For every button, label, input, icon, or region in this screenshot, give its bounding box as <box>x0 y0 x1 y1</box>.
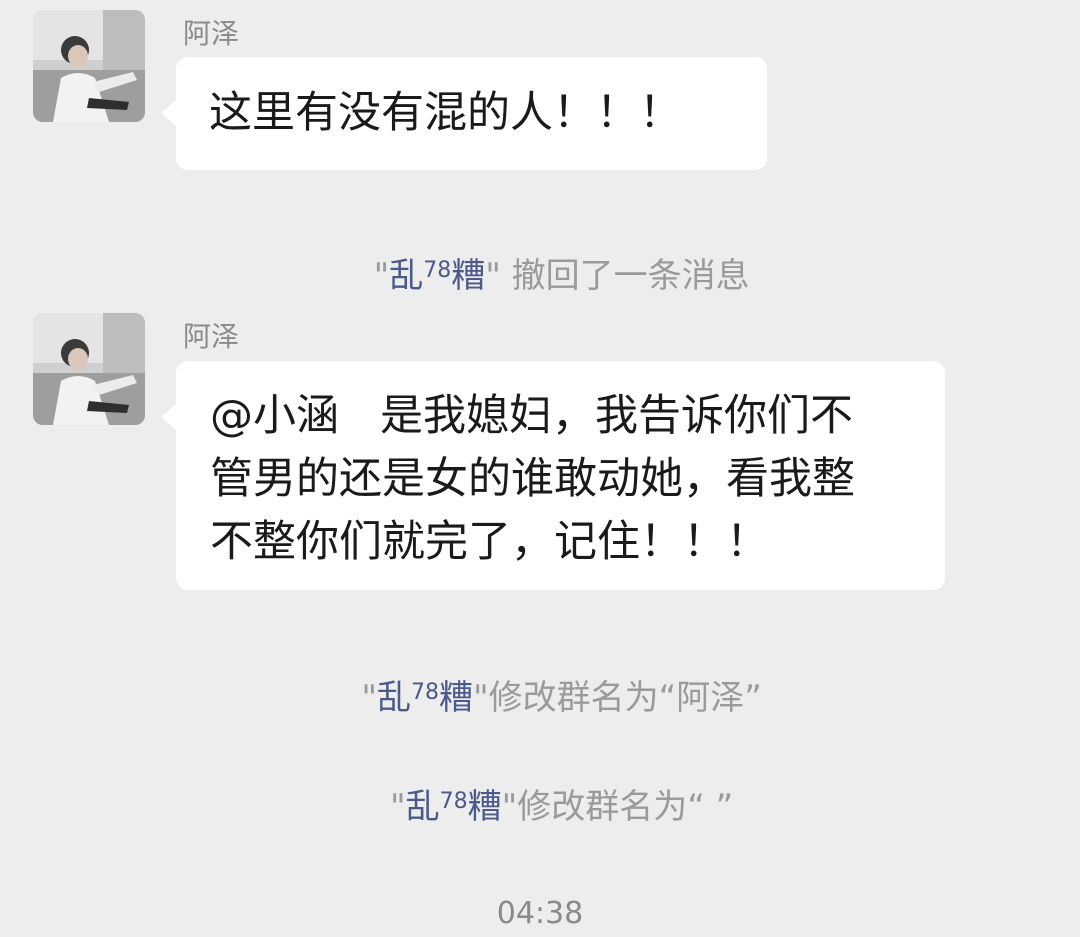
user-photo-icon <box>33 313 145 425</box>
chat-area: 阿泽 这里有没有混的人！！！ "乱78糟" 撤回了一条消息 阿泽 @小涵 是我媳… <box>0 0 1080 937</box>
message-line: 管男的还是女的谁敢动她，看我整 <box>210 454 855 504</box>
system-notice-rename: "乱78糟"修改群名为“阿泽” <box>361 678 762 718</box>
system-notice-recall: "乱78糟" 撤回了一条消息 <box>373 256 750 296</box>
member-name[interactable]: 乱78糟 <box>377 678 473 718</box>
avatar[interactable] <box>33 313 145 425</box>
sender-name: 阿泽 <box>183 320 240 353</box>
user-photo-icon <box>33 10 145 122</box>
message-bubble[interactable]: @小涵 是我媳妇，我告诉你们不 管男的还是女的谁敢动她，看我整 不整你们就完了，… <box>161 361 945 590</box>
avatar[interactable] <box>33 10 145 122</box>
member-name[interactable]: 乱78糟 <box>389 256 485 296</box>
member-name[interactable]: 乱78糟 <box>406 787 502 827</box>
message-bubble[interactable]: 这里有没有混的人！！！ <box>161 57 767 170</box>
timestamp: 04:38 <box>496 896 584 931</box>
message-text: 这里有没有混的人！！！ <box>209 88 682 138</box>
sender-name: 阿泽 <box>183 17 240 50</box>
message-line: @小涵 是我媳妇，我告诉你们不 <box>210 391 854 441</box>
message-line: 不整你们就完了，记住！！！ <box>210 517 769 567</box>
system-notice-rename: "乱78糟"修改群名为“ ” <box>389 787 734 827</box>
